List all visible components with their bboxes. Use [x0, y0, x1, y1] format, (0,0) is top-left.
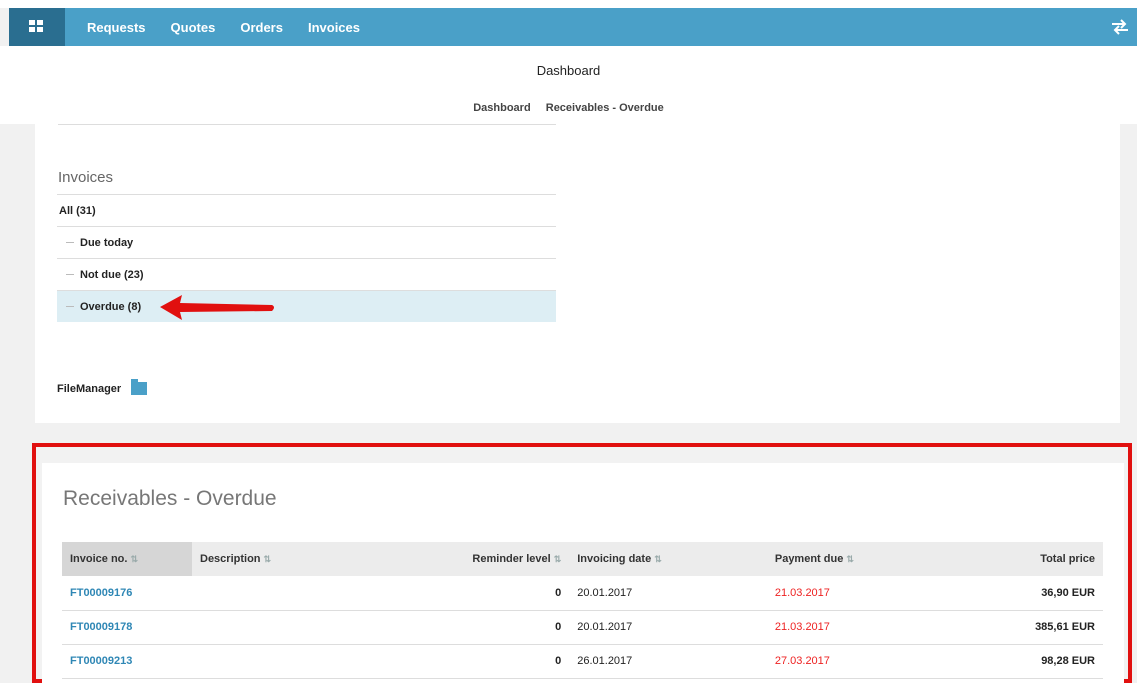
sort-icon: ⇅ — [654, 554, 662, 564]
sort-icon: ⇅ — [263, 554, 272, 564]
description-cell — [192, 610, 364, 645]
receivables-heading: Receivables - Overdue — [63, 487, 277, 510]
payment-due-cell: 21.03.2017 — [766, 610, 954, 645]
sort-icon: ⇅ — [553, 554, 562, 564]
breadcrumb-receivables-overdue[interactable]: Receivables - Overdue — [546, 102, 664, 114]
receivables-frame: Receivables - Overdue Invoice no. ⇅ Descr… — [32, 443, 1132, 683]
table-row[interactable]: FT00009176 0 20.01.2017 21.03.2017 36,90… — [62, 576, 1103, 611]
folder-icon — [131, 379, 148, 395]
invoice-link[interactable]: FT00009213 — [62, 644, 192, 679]
invoice-link[interactable]: FT00009178 — [62, 610, 192, 645]
table-row[interactable]: FT00009213 0 26.01.2017 27.03.2017 98,28… — [62, 644, 1103, 679]
receivables-table: Invoice no. ⇅ Description ⇅ Reminder level… — [62, 542, 1103, 679]
payment-due-cell: 21.03.2017 — [766, 576, 954, 611]
invoicing-date-cell: 20.01.2017 — [569, 576, 767, 611]
nav-item-requests[interactable]: Requests — [87, 20, 146, 35]
breadcrumb-dashboard[interactable]: Dashboard — [473, 102, 530, 114]
reminder-cell: 0 — [363, 576, 570, 611]
reminder-cell: 0 — [363, 644, 570, 679]
invoice-link[interactable]: FT00009176 — [62, 576, 192, 611]
nav-item-orders[interactable]: Orders — [240, 20, 283, 35]
invoices-filter-list: All (31) Due today Not due (23) Overdue … — [57, 194, 556, 322]
filter-all[interactable]: All (31) — [57, 194, 556, 226]
reminder-cell: 0 — [363, 610, 570, 645]
page-header: Dashboard Dashboard Receivables - Overdu… — [0, 46, 1137, 124]
col-total-price[interactable]: Total price — [953, 542, 1103, 576]
description-cell — [192, 644, 364, 679]
total-price-cell: 98,28 EUR — [953, 644, 1103, 679]
nav-item-invoices[interactable]: Invoices — [308, 20, 360, 35]
red-arrow-annotation — [160, 295, 274, 320]
switch-arrows-icon[interactable] — [1111, 19, 1129, 35]
col-description[interactable]: Description ⇅ — [192, 542, 364, 576]
receivables-panel: Receivables - Overdue Invoice no. ⇅ Descr… — [42, 463, 1124, 683]
top-strip — [0, 0, 1137, 8]
total-price-cell: 385,61 EUR — [953, 610, 1103, 645]
invoicing-date-cell: 26.01.2017 — [569, 644, 767, 679]
page-title: Dashboard — [536, 63, 601, 78]
filter-due-today[interactable]: Due today — [57, 226, 556, 258]
filter-overdue[interactable]: Overdue (8) — [57, 290, 556, 322]
filter-not-due[interactable]: Not due (23) — [57, 258, 556, 290]
total-price-cell: 36,90 EUR — [953, 576, 1103, 611]
nav-item-quotes[interactable]: Quotes — [171, 20, 216, 35]
breadcrumb: Dashboard Receivables - Overdue — [0, 102, 1137, 114]
invoicing-date-cell: 20.01.2017 — [569, 610, 767, 645]
sort-icon: ⇅ — [846, 554, 854, 564]
divider — [58, 124, 556, 125]
table-header-row: Invoice no. ⇅ Description ⇅ Reminder level… — [62, 542, 1103, 576]
filemanager-link[interactable]: FileManager — [57, 379, 148, 395]
filemanager-label: FileManager — [57, 382, 122, 395]
nav-menu: Requests Quotes Orders Invoices — [87, 8, 360, 46]
sort-icon: ⇅ — [130, 554, 139, 564]
table-row[interactable]: FT00009178 0 20.01.2017 21.03.2017 385,6… — [62, 610, 1103, 645]
invoices-heading: Invoices — [58, 169, 114, 186]
top-nav: Requests Quotes Orders Invoices — [9, 8, 1137, 46]
col-reminder-level[interactable]: Reminder level ⇅ — [363, 542, 570, 576]
col-payment-due[interactable]: Payment due ⇅ — [766, 542, 954, 576]
invoices-panel: Invoices All (31) Due today Not due (23)… — [35, 124, 1120, 423]
grid-icon — [29, 20, 43, 32]
payment-due-cell: 27.03.2017 — [766, 644, 954, 679]
description-cell — [192, 576, 364, 611]
col-invoicing-date[interactable]: Invoicing date ⇅ — [569, 542, 767, 576]
home-button[interactable] — [9, 8, 65, 46]
col-invoice-no[interactable]: Invoice no. ⇅ — [62, 542, 192, 576]
